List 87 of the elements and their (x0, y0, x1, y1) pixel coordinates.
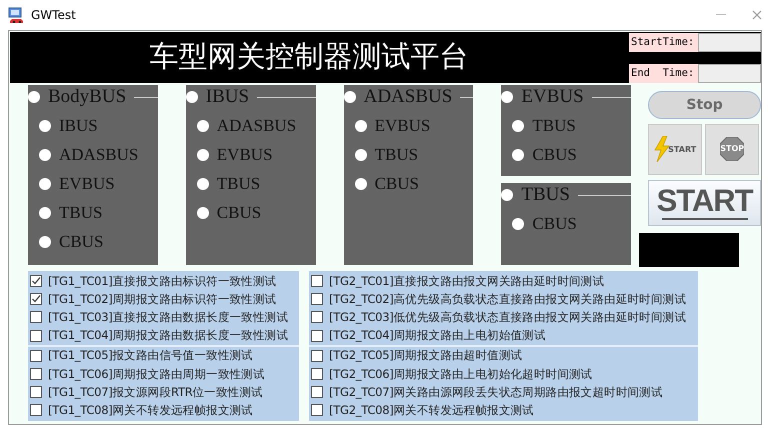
checkbox[interactable] (311, 293, 323, 306)
checkbox[interactable] (311, 330, 323, 342)
radio-icon[interactable] (196, 120, 209, 132)
test-case-label: [TG1_TC01]直接报文路由标识符一致性测试 (48, 274, 276, 289)
checkbox[interactable] (311, 275, 323, 288)
time-field[interactable] (698, 64, 761, 83)
radio-option[interactable]: EVBUS (501, 86, 584, 108)
checkbox[interactable] (30, 311, 42, 324)
test-case-label: [TG1_TC05]报文路由信号值一致性测试 (48, 348, 253, 364)
test-case-label: [TG2_TC05]周期报文路由超时值测试 (329, 348, 522, 364)
test-case-label: [TG2_TC07]网关路由源网段丢失状态周期路由报文超时时间测试 (329, 384, 663, 400)
time-field[interactable] (698, 33, 761, 52)
test-case-label: [TG2_TC04]周期报文路由上电初始值测试 (329, 328, 546, 344)
test-case-label: [TG2_TC01]直接报文路由报文网关路由延时时间测试 (329, 274, 604, 289)
radio-icon[interactable] (39, 178, 51, 190)
radio-icon[interactable] (39, 148, 51, 160)
checkbox[interactable] (311, 350, 323, 362)
radio-option[interactable]: ADASBUS (39, 140, 158, 169)
radio-option[interactable]: EVBUS (39, 169, 158, 198)
app-title: 车型网关控制器测试平台 (148, 38, 470, 75)
checkbox[interactable] (30, 293, 42, 306)
start-icon-button[interactable]: START (648, 124, 702, 175)
test-case-label: [TG1_TC07]报文源网段RTR位一致性测试 (48, 384, 263, 400)
checkbox[interactable] (311, 386, 323, 398)
radio-option[interactable]: CBUS (354, 169, 474, 198)
radio-icon[interactable] (186, 91, 198, 103)
test-case-label: [TG2_TC03]低优先级高负载状态直接路由报文网关路由延时时间测试 (329, 310, 686, 325)
time-label: StartTime: (629, 33, 698, 52)
radio-option[interactable]: TBUS (196, 169, 316, 198)
start-button[interactable]: START (648, 180, 762, 226)
radio-icon[interactable] (39, 120, 51, 132)
radio-option[interactable]: CBUS (196, 198, 316, 227)
checkbox[interactable] (30, 330, 42, 342)
test-case-label: [TG2_TC02]高优先级高负载状态直接路由报文网关路由延时时间测试 (329, 292, 686, 307)
radio-icon[interactable] (196, 178, 209, 190)
radio-option[interactable]: EVBUS (354, 111, 474, 140)
radio-option[interactable]: CBUS (39, 227, 158, 256)
radio-option[interactable]: ADASBUS (196, 111, 316, 140)
window-title: GWTest (31, 8, 76, 22)
test-case-label: [TG1_TC06]周期报文路由周期一致性测试 (48, 366, 265, 382)
radio-icon[interactable] (28, 91, 40, 103)
radio-option[interactable]: TBUS (39, 198, 158, 227)
radio-option[interactable]: IBUS (39, 111, 158, 140)
radio-option[interactable]: TBUS (501, 184, 570, 206)
radio-icon[interactable] (354, 148, 367, 160)
radio-option[interactable]: EVBUS (196, 140, 316, 169)
checkbox[interactable] (311, 404, 323, 416)
radio-icon[interactable] (354, 120, 367, 132)
checkbox[interactable] (30, 275, 42, 288)
stop-sign-icon (720, 137, 744, 162)
radio-icon[interactable] (512, 148, 524, 160)
radio-option[interactable]: BodyBUS (28, 86, 126, 108)
app-icon (8, 7, 25, 23)
radio-icon[interactable] (344, 91, 356, 103)
time-label: End Time: (629, 64, 698, 83)
radio-icon[interactable] (196, 148, 209, 160)
radio-icon[interactable] (196, 206, 209, 218)
radio-icon[interactable] (501, 189, 514, 201)
close-icon[interactable] (752, 10, 762, 20)
checkbox[interactable] (311, 311, 323, 324)
checkbox[interactable] (30, 368, 42, 380)
radio-icon[interactable] (39, 206, 51, 218)
radio-icon[interactable] (39, 236, 51, 248)
checkbox[interactable] (30, 404, 42, 416)
lightning-icon (654, 136, 670, 162)
test-case-label: [TG1_TC02]周期报文路由标识符一致性测试 (48, 292, 276, 307)
checkbox[interactable] (30, 350, 42, 362)
test-case-label: [TG1_TC08]网关不转发远程帧报文测试 (48, 402, 253, 418)
radio-option[interactable]: TBUS (512, 111, 632, 140)
test-case-label: [TG2_TC08]网关不转发远程帧报文测试 (329, 402, 534, 418)
stop-icon-button[interactable]: STOP (705, 124, 760, 175)
radio-icon[interactable] (512, 218, 524, 230)
radio-option[interactable]: CBUS (512, 209, 632, 238)
test-case-label: [TG2_TC06]周期报文路由上电初始化超时时间测试 (329, 366, 592, 382)
radio-icon[interactable] (501, 91, 514, 103)
radio-option[interactable]: CBUS (512, 140, 632, 169)
check-icon (31, 294, 41, 304)
radio-icon[interactable] (512, 120, 524, 132)
test-case-label: [TG1_TC04]周期报文路由数据长度一致性测试 (48, 328, 288, 344)
radio-option[interactable]: ADASBUS (344, 86, 452, 108)
radio-option[interactable]: TBUS (354, 140, 474, 169)
radio-option[interactable]: IBUS (186, 86, 250, 108)
checkbox[interactable] (30, 386, 42, 398)
checkbox[interactable] (311, 368, 323, 380)
test-case-label: [TG1_TC03]直接报文路由数据长度一致性测试 (48, 310, 288, 325)
check-icon (31, 276, 41, 286)
radio-icon[interactable] (354, 178, 367, 190)
